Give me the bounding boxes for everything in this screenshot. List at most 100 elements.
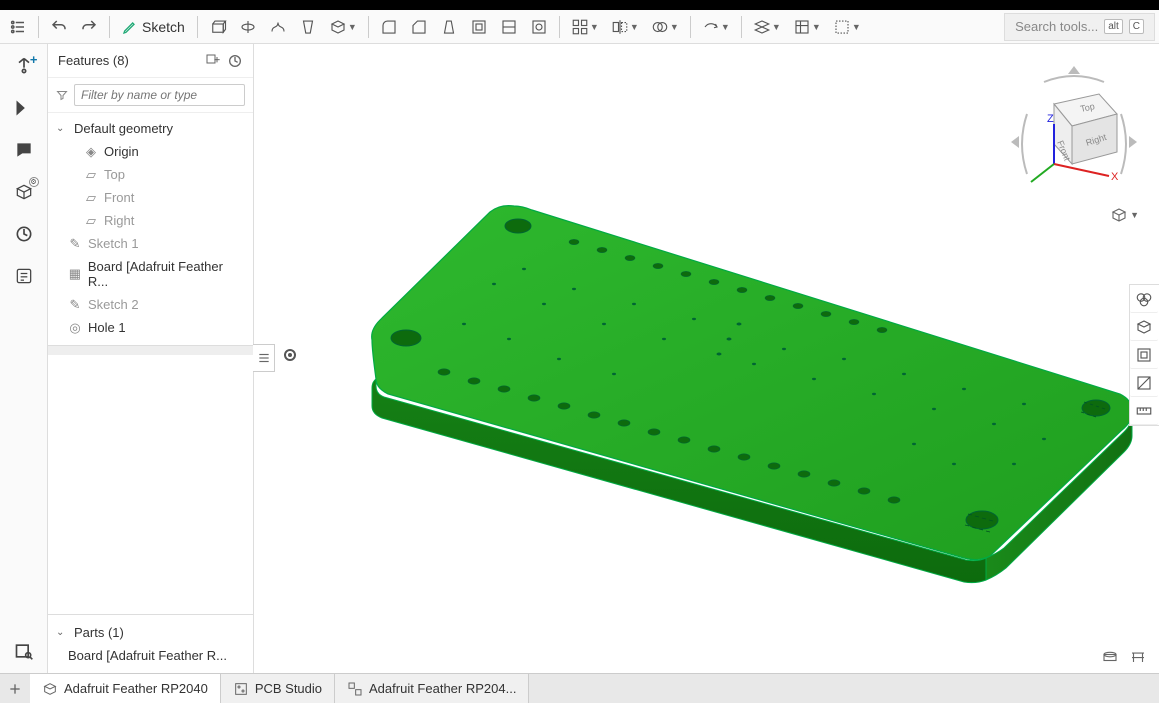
sheet-metal-icon[interactable] (8, 260, 40, 292)
part-item[interactable]: Board [Adafruit Feather R... (48, 644, 253, 667)
chevron-down-icon: ▼ (721, 22, 730, 32)
document-tabs: Adafruit Feather RP2040 PCB Studio Adafr… (0, 673, 1159, 703)
undo-button[interactable] (45, 13, 73, 41)
fillet-button[interactable] (375, 13, 403, 41)
chevron-down-icon: ▼ (1130, 210, 1139, 220)
sketch-icon: ✎ (68, 237, 82, 251)
chevron-down-icon: ▼ (630, 22, 639, 32)
transform-dropdown[interactable]: ▼ (697, 13, 735, 41)
selection-dropdown[interactable]: ▼ (828, 13, 866, 41)
panel-collapse-handle[interactable] (253, 344, 275, 372)
axis-x-label: X (1111, 171, 1119, 183)
toolbar-separator (559, 16, 560, 38)
rollback-bar[interactable] (48, 345, 253, 355)
comments-icon[interactable] (8, 134, 40, 166)
hole-icon: ◎ (68, 321, 82, 335)
mirror-dropdown[interactable]: ▼ (606, 13, 644, 41)
3d-viewport[interactable]: Top Front Right Z X ▼ (254, 44, 1159, 673)
search-placeholder: Search tools... (1015, 19, 1098, 34)
tab-assembly[interactable]: Adafruit Feather RP204... (335, 674, 529, 703)
rollback-marker[interactable] (284, 349, 296, 361)
tree-sketch2[interactable]: ✎Sketch 2 (48, 293, 253, 316)
toolbar-separator (109, 16, 110, 38)
sketch-button[interactable]: Sketch (116, 13, 191, 41)
parts-header[interactable]: ⌄Parts (1) (48, 621, 253, 644)
sweep-button[interactable] (264, 13, 292, 41)
pcb-icon (233, 681, 249, 697)
search-docs-icon[interactable] (8, 635, 40, 667)
view-menu-button[interactable]: ▼ (1110, 206, 1139, 224)
tab-label: Adafruit Feather RP2040 (64, 681, 208, 696)
tab-label: Adafruit Feather RP204... (369, 681, 516, 696)
main-area: + ⚙ Features (8) ⌄Default geometry ◈Orig… (0, 44, 1159, 673)
chevron-down-icon: ▼ (670, 22, 679, 32)
filter-input[interactable] (74, 84, 245, 106)
chamfer-button[interactable] (405, 13, 433, 41)
tree-top-plane[interactable]: ▱Top (48, 163, 253, 186)
custom-features-icon[interactable] (8, 218, 40, 250)
sketch-icon: ✎ (68, 298, 82, 312)
variables-icon[interactable] (8, 92, 40, 124)
chevron-down-icon: ▼ (348, 22, 357, 32)
tree-default-geometry[interactable]: ⌄Default geometry (48, 117, 253, 140)
search-tools-input[interactable]: Search tools... alt C (1004, 13, 1155, 41)
chevron-down-icon: ▼ (812, 22, 821, 32)
revolve-button[interactable] (234, 13, 262, 41)
plane-dropdown[interactable]: ▼ (748, 13, 786, 41)
filter-icon[interactable] (56, 87, 68, 103)
sketch-label: Sketch (142, 19, 185, 35)
tree-origin[interactable]: ◈Origin (48, 140, 253, 163)
thicken-dropdown[interactable]: ▼ (324, 13, 362, 41)
tree-right-plane[interactable]: ▱Right (48, 209, 253, 232)
add-feature-icon[interactable] (205, 53, 221, 69)
isolate-icon[interactable] (1130, 341, 1158, 369)
boolean-dropdown[interactable]: ▼ (646, 13, 684, 41)
draft-button[interactable] (435, 13, 463, 41)
tree-hole1[interactable]: ◎Hole 1 (48, 316, 253, 339)
rib-button[interactable] (495, 13, 523, 41)
tab-pcb-studio[interactable]: PCB Studio (221, 674, 335, 703)
toolbar-separator (690, 16, 691, 38)
part-studio-icon (42, 681, 58, 697)
toolbar-separator (197, 16, 198, 38)
tree-front-plane[interactable]: ▱Front (48, 186, 253, 209)
viewport-bottom-icons (1101, 647, 1147, 665)
filter-row (48, 78, 253, 113)
measure-icon[interactable] (1130, 397, 1158, 425)
appearance-icon[interactable] (1130, 285, 1158, 313)
mass-props-icon[interactable] (1101, 647, 1119, 665)
pattern-dropdown[interactable]: ▼ (566, 13, 604, 41)
feature-tree: ⌄Default geometry ◈Origin ▱Top ▱Front ▱R… (48, 113, 253, 614)
plane-icon: ▱ (84, 168, 98, 182)
cube-icon (1110, 206, 1128, 224)
toolbar-separator (368, 16, 369, 38)
tree-board[interactable]: ▦Board [Adafruit Feather R... (48, 255, 253, 293)
tree-sketch1[interactable]: ✎Sketch 1 (48, 232, 253, 255)
shell-button[interactable] (465, 13, 493, 41)
chevron-down-icon: ⌄ (56, 627, 68, 638)
insert-icon[interactable]: + (8, 50, 40, 82)
view-cube[interactable]: Top Front Right Z X ▼ (1009, 64, 1139, 224)
loft-button[interactable] (294, 13, 322, 41)
hole-button[interactable] (525, 13, 553, 41)
pcb-model[interactable] (314, 164, 1134, 594)
hide-icon[interactable] (1130, 369, 1158, 397)
add-tab-button[interactable] (0, 674, 30, 703)
part-icon: ▦ (68, 267, 82, 281)
feature-panel: Features (8) ⌄Default geometry ◈Origin ▱… (48, 44, 254, 673)
toolbar-separator (741, 16, 742, 38)
chevron-down-icon: ▼ (590, 22, 599, 32)
chevron-down-icon: ⌄ (56, 123, 68, 134)
units-icon[interactable] (1129, 647, 1147, 665)
extrude-button[interactable] (204, 13, 232, 41)
rollback-icon[interactable] (227, 53, 243, 69)
main-toolbar: Sketch ▼ ▼ ▼ ▼ ▼ ▼ ▼ ▼ Search tools... a… (0, 10, 1159, 44)
feature-list-icon[interactable] (4, 13, 32, 41)
surface-dropdown[interactable]: ▼ (788, 13, 826, 41)
tab-part-studio[interactable]: Adafruit Feather RP2040 (30, 674, 221, 703)
panel-header: Features (8) (48, 44, 253, 78)
configurations-icon[interactable]: ⚙ (8, 176, 40, 208)
redo-button[interactable] (75, 13, 103, 41)
pencil-icon (122, 19, 138, 35)
section-view-icon[interactable] (1130, 313, 1158, 341)
